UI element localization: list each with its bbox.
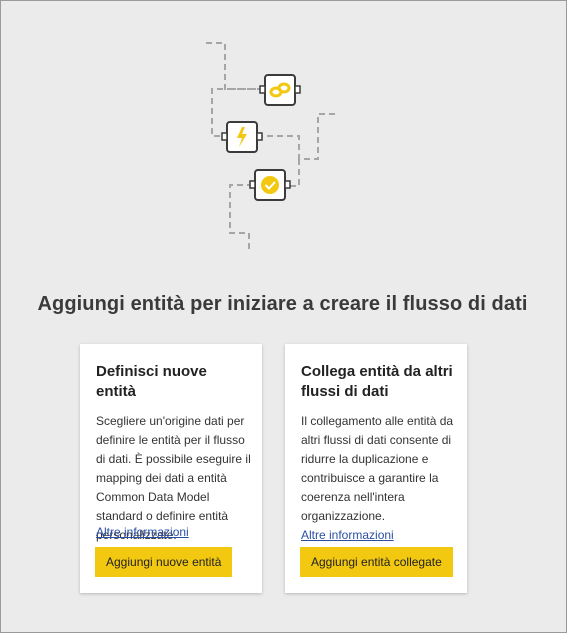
flow-line [259, 113, 335, 160]
flow-line [229, 184, 253, 249]
add-new-entities-button[interactable]: Aggiungi nuove entità [95, 547, 233, 577]
define-entities-card: Definisci nuove entità Scegliere un'orig… [80, 344, 262, 593]
lightning-node [221, 121, 263, 153]
flow-line [206, 42, 263, 90]
card-title: Collega entità da altri flussi di dati [301, 363, 453, 400]
link-entities-card: Collega entità da altri flussi di dati I… [285, 344, 467, 593]
card-description: Il collegamento alle entità da altri flu… [301, 414, 454, 523]
dataflow-illustration [206, 42, 335, 249]
check-node [249, 169, 291, 201]
checkmark-badge-icon [261, 176, 279, 194]
learn-more-link[interactable]: Altre informazioni [96, 525, 189, 539]
dataflow-empty-state-panel: Aggiungi entità per iniziare a creare il… [0, 0, 567, 633]
page-title: Aggiungi entità per iniziare a creare il… [37, 293, 528, 315]
card-title: Definisci nuove entità [96, 363, 207, 400]
learn-more-link[interactable]: Altre informazioni [301, 528, 394, 542]
add-linked-entities-button[interactable]: Aggiungi entità collegate [300, 547, 453, 577]
link-node [259, 74, 301, 106]
